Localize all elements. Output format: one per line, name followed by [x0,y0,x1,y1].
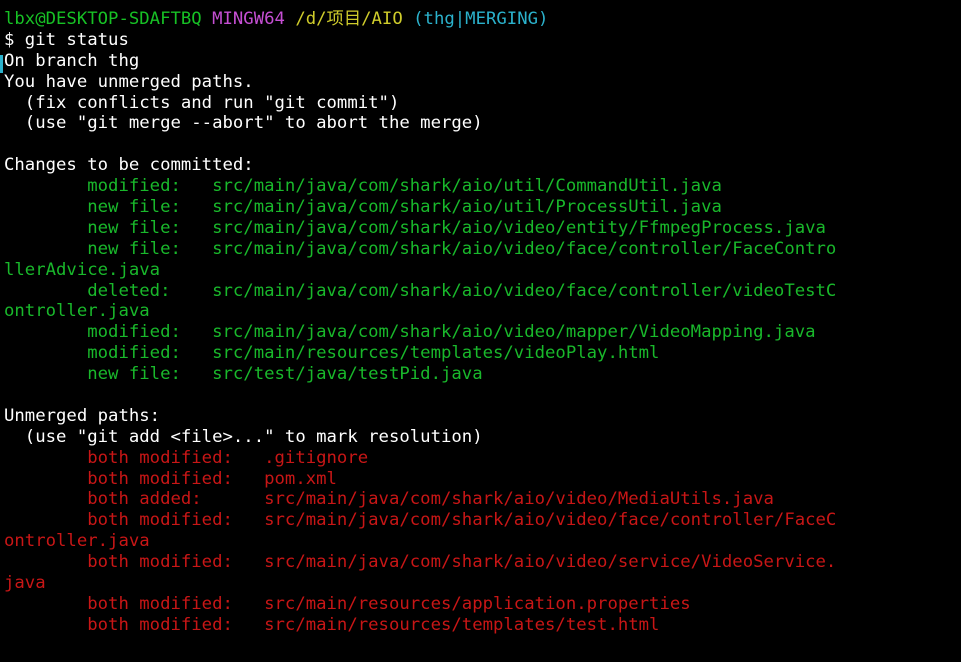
staged-file-line: deleted: src/main/java/com/shark/aio/vid… [4,280,837,301]
prompt-branch-status: (thg|MERGING) [413,9,549,29]
command-line: $ git status [4,29,129,50]
prompt-user-host: lbx@DESKTOP-SDAFTBQ [4,9,202,29]
staged-file-line: new file: src/main/java/com/shark/aio/ut… [4,197,722,218]
unmerged-file-line: both modified: src/main/java/com/shark/a… [4,552,837,573]
prompt-path: /d/项目/AIO [295,9,403,29]
staged-file-line-wrap: llerAdvice.java [4,259,161,280]
staged-file-line: new file: src/main/java/com/shark/aio/vi… [4,238,837,259]
staged-file-line: new file: src/main/java/com/shark/aio/vi… [4,217,826,238]
staged-file-line: modified: src/main/java/com/shark/aio/vi… [4,322,816,343]
unmerged-file-line-wrap: ontroller.java [4,531,150,552]
staged-file-line-wrap: ontroller.java [4,301,150,322]
unmerged-file-line: both added: src/main/java/com/shark/aio/… [4,489,774,510]
unmerged-heading: Unmerged paths: [4,405,161,426]
unmerged-file-line: both modified: src/main/java/com/shark/a… [4,510,837,531]
text-cursor-marker [0,55,3,73]
staged-heading: Changes to be committed: [4,155,254,176]
unmerged-file-line: both modified: .gitignore [4,447,369,468]
unmerged-file-line: both modified: src/main/resources/templa… [4,614,660,635]
staged-file-line: modified: src/main/resources/templates/v… [4,343,660,364]
staged-file-line: modified: src/main/java/com/shark/aio/ut… [4,176,722,197]
staged-file-line: new file: src/test/java/testPid.java [4,364,483,385]
unmerged-file-line-wrap: java [4,573,46,594]
unmerged-file-line: both modified: src/main/resources/applic… [4,593,691,614]
unmerged-file-line: both modified: pom.xml [4,468,337,489]
terminal-output: lbx@DESKTOP-SDAFTBQ MINGW64 /d/项目/AIO (t… [4,9,961,636]
terminal-window[interactable]: lbx@DESKTOP-SDAFTBQ MINGW64 /d/项目/AIO (t… [0,0,961,662]
info-line: (use "git merge --abort" to abort the me… [4,113,483,134]
info-line: (fix conflicts and run "git commit") [4,92,400,113]
unmerged-hint: (use "git add <file>..." to mark resolut… [4,426,483,447]
prompt-line: lbx@DESKTOP-SDAFTBQ MINGW64 /d/项目/AIO (t… [4,9,961,30]
prompt-system: MINGW64 [212,9,285,29]
info-line: On branch thg [4,50,140,71]
info-line: You have unmerged paths. [4,71,254,92]
